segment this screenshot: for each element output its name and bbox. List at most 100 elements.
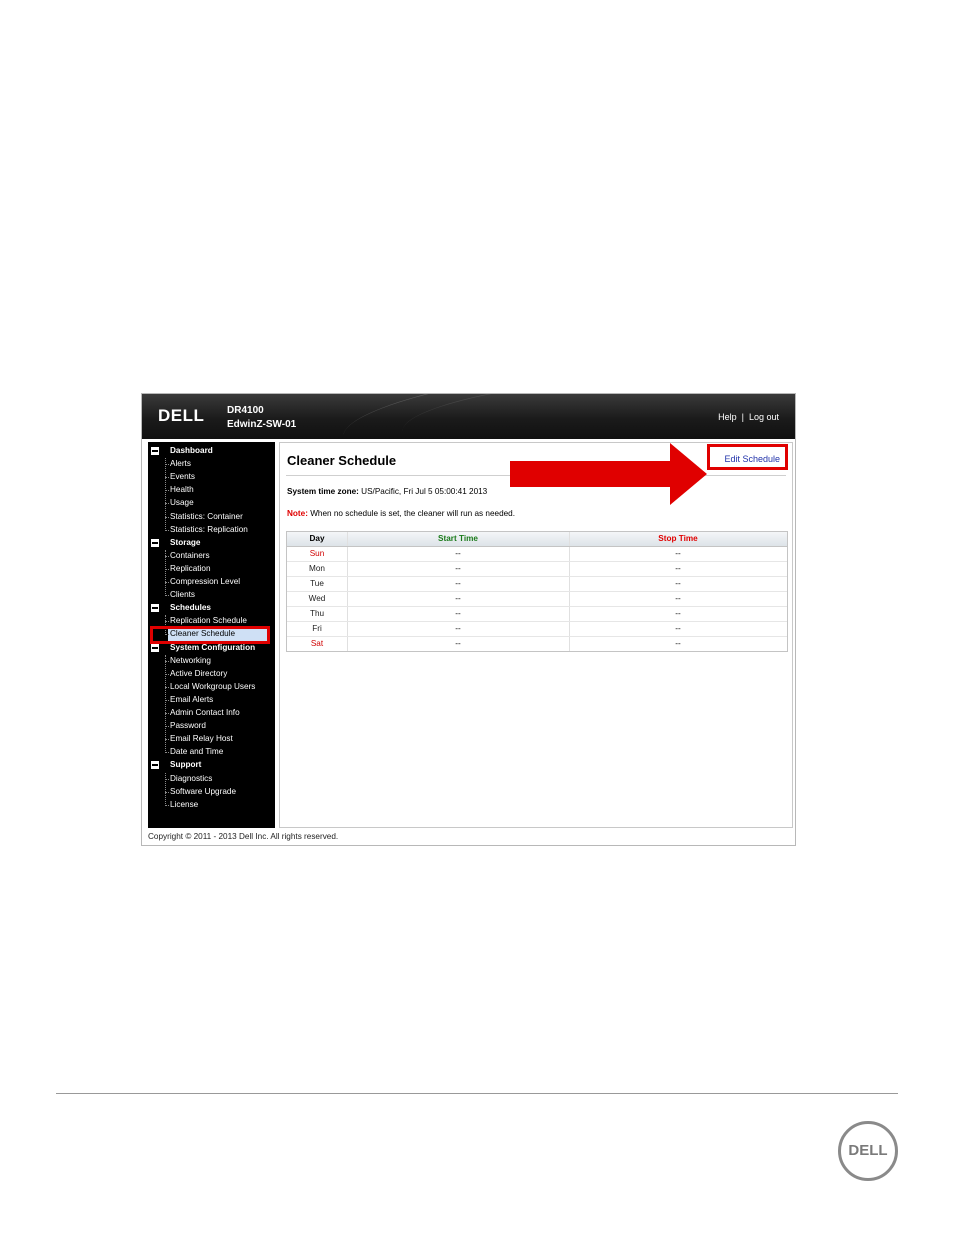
sidebar-item-license[interactable]: License bbox=[148, 799, 275, 812]
column-divider bbox=[569, 547, 570, 561]
day-cell: Tue bbox=[310, 579, 324, 588]
tree-vertical-line bbox=[165, 654, 166, 754]
column-divider bbox=[569, 562, 570, 576]
sidebar-item-password[interactable]: Password bbox=[148, 720, 275, 733]
sidebar-item-statistics-container[interactable]: Statistics: Container bbox=[148, 511, 275, 524]
start-time-cell: -- bbox=[455, 639, 461, 648]
table-header-row: Day Start Time Stop Time bbox=[287, 532, 787, 547]
start-time-cell: -- bbox=[455, 579, 461, 588]
sidebar-item-health[interactable]: Health bbox=[148, 484, 275, 497]
edit-schedule-highlight-box bbox=[707, 444, 788, 470]
table-row: Thu -- -- bbox=[287, 607, 787, 622]
header-bar: DELL DR4100 EdwinZ-SW-01 Help | Log out bbox=[142, 394, 795, 439]
column-divider bbox=[347, 607, 348, 621]
tree-vertical-line bbox=[165, 549, 166, 597]
device-model: DR4100 bbox=[227, 405, 264, 416]
schedule-table: Day Start Time Stop Time Sun -- -- Mon -- -- T… bbox=[286, 531, 788, 652]
sidebar-item-label: Local Workgroup Users bbox=[170, 681, 256, 691]
sidebar-group-dashboard[interactable]: Dashboard bbox=[148, 445, 275, 458]
collapse-icon[interactable] bbox=[151, 447, 159, 455]
note-text: When no schedule is set, the cleaner wil… bbox=[310, 509, 516, 518]
stop-time-cell: -- bbox=[675, 609, 681, 618]
sidebar-item-label: Email Alerts bbox=[170, 694, 214, 704]
sidebar-item-label: Diagnostics bbox=[170, 773, 213, 783]
sidebar-item-replication[interactable]: Replication bbox=[148, 563, 275, 576]
sidebar-item-email-relay-host[interactable]: Email Relay Host bbox=[148, 733, 275, 746]
dell-logo: DELL bbox=[158, 406, 205, 425]
dell-footer-logo: DELL bbox=[838, 1121, 898, 1181]
sidebar-item-label: Replication bbox=[170, 563, 211, 573]
sidebar-group-schedules[interactable]: Schedules bbox=[148, 602, 275, 615]
timezone-label: System time zone: bbox=[287, 487, 359, 496]
sidebar-item-alerts[interactable]: Alerts bbox=[148, 458, 275, 471]
collapse-icon[interactable] bbox=[151, 604, 159, 613]
sidebar-group-label: Support bbox=[170, 760, 202, 770]
table-row: Mon -- -- bbox=[287, 562, 787, 577]
sidebar-item-local-workgroup-users[interactable]: Local Workgroup Users bbox=[148, 681, 275, 694]
table-row: Fri -- -- bbox=[287, 622, 787, 637]
sidebar-item-usage[interactable]: Usage bbox=[148, 497, 275, 510]
collapse-icon[interactable] bbox=[151, 761, 159, 770]
page-title: Cleaner Schedule bbox=[287, 453, 397, 468]
column-divider bbox=[347, 577, 348, 591]
day-cell: Wed bbox=[308, 594, 326, 603]
stop-time-cell: -- bbox=[675, 549, 681, 558]
sidebar-item-label: Statistics: Replication bbox=[170, 524, 248, 534]
sidebar-item-label: Networking bbox=[170, 655, 211, 665]
start-time-cell: -- bbox=[455, 594, 461, 603]
sidebar-item-label: Alerts bbox=[170, 459, 191, 469]
table-row: Sun -- -- bbox=[287, 547, 787, 562]
column-divider bbox=[569, 532, 570, 546]
column-divider bbox=[347, 622, 348, 636]
help-link[interactable]: Help bbox=[718, 412, 737, 422]
column-divider bbox=[347, 547, 348, 561]
header-links: Help | Log out bbox=[718, 412, 779, 422]
sidebar-item-statistics-replication[interactable]: Statistics: Replication bbox=[148, 524, 275, 537]
sidebar-item-label: Active Directory bbox=[170, 668, 228, 678]
start-time-cell: -- bbox=[455, 624, 461, 633]
header-separator: | bbox=[741, 412, 744, 422]
sidebar-group-storage[interactable]: Storage bbox=[148, 537, 275, 550]
copyright-text: Copyright © 2011 - 2013 Dell Inc. All ri… bbox=[148, 832, 339, 841]
day-cell: Sat bbox=[310, 639, 324, 648]
stop-time-cell: -- bbox=[675, 594, 681, 603]
day-cell: Thu bbox=[309, 609, 325, 618]
sidebar-group-support[interactable]: Support bbox=[148, 759, 275, 772]
sidebar-item-label: Statistics: Container bbox=[170, 511, 243, 521]
sidebar-item-software-upgrade[interactable]: Software Upgrade bbox=[148, 786, 275, 799]
sidebar-item-label: Password bbox=[170, 721, 206, 731]
start-time-cell: -- bbox=[455, 564, 461, 573]
column-divider bbox=[569, 637, 570, 651]
sidebar-item-admin-contact-info[interactable]: Admin Contact Info bbox=[148, 707, 275, 720]
column-header-start-time: Start Time bbox=[438, 534, 478, 543]
sidebar-item-label: Compression Level bbox=[170, 577, 241, 586]
day-cell: Sun bbox=[309, 549, 325, 558]
sidebar-item-active-directory[interactable]: Active Directory bbox=[148, 668, 275, 681]
red-arrow-annotation bbox=[510, 443, 707, 505]
sidebar-item-label: License bbox=[170, 799, 199, 809]
logout-link[interactable]: Log out bbox=[749, 412, 779, 422]
column-divider bbox=[569, 607, 570, 621]
sidebar-item-label: Replication Schedule bbox=[170, 616, 247, 626]
sidebar-item-label: Date and Time bbox=[170, 747, 224, 757]
sidebar-item-label: Email Relay Host bbox=[170, 734, 233, 744]
sidebar-item-date-and-time[interactable]: Date and Time bbox=[148, 746, 275, 759]
stop-time-cell: -- bbox=[675, 624, 681, 633]
sidebar-item-email-alerts[interactable]: Email Alerts bbox=[148, 694, 275, 707]
system-name: EdwinZ-SW-01 bbox=[227, 419, 297, 430]
sidebar-item-label: Admin Contact Info bbox=[170, 708, 240, 717]
sidebar-item-events[interactable]: Events bbox=[148, 471, 275, 484]
sidebar-item-networking[interactable]: Networking bbox=[148, 655, 275, 668]
start-time-cell: -- bbox=[455, 609, 461, 618]
sidebar-item-label: Events bbox=[170, 472, 196, 482]
sidebar-group-label: Dashboard bbox=[170, 446, 213, 455]
sidebar-item-diagnostics[interactable]: Diagnostics bbox=[148, 773, 275, 786]
collapse-icon[interactable] bbox=[151, 643, 159, 652]
collapse-icon[interactable] bbox=[151, 538, 159, 547]
sidebar-item-compression-level[interactable]: Compression Level bbox=[148, 576, 275, 589]
sidebar-item-containers[interactable]: Containers bbox=[148, 550, 275, 563]
tree-vertical-line bbox=[165, 772, 166, 806]
sidebar-item-clients[interactable]: Clients bbox=[148, 589, 275, 602]
table-row: Wed -- -- bbox=[287, 592, 787, 607]
note-label: Note: bbox=[287, 509, 308, 518]
